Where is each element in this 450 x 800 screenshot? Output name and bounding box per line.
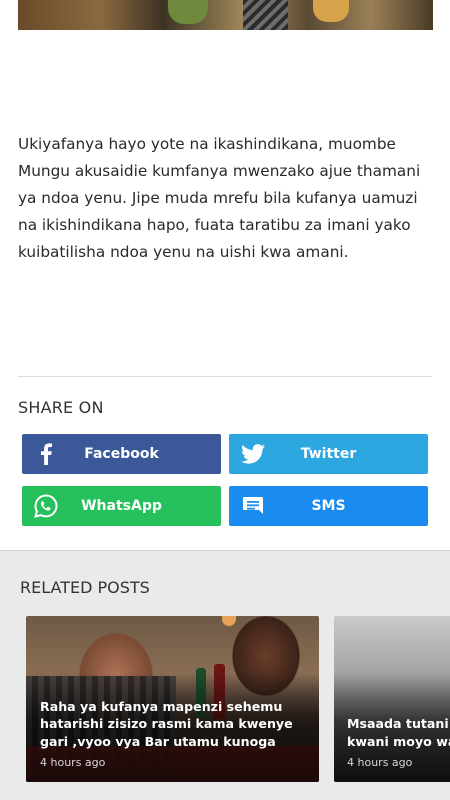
share-title: SHARE ON (18, 398, 104, 417)
cup-shape (168, 0, 208, 24)
related-post-time: 4 hours ago (40, 756, 106, 769)
related-posts-section: RELATED POSTS Raha ya kufanya mapenzi se… (0, 550, 450, 800)
article-header-image (18, 0, 433, 30)
sms-icon (241, 494, 265, 518)
whatsapp-icon (34, 494, 58, 518)
related-posts-title: RELATED POSTS (20, 578, 150, 597)
facebook-share-label: Facebook (84, 446, 159, 462)
scarf-shape (243, 0, 288, 30)
sms-share-label: SMS (311, 498, 346, 514)
facebook-share-button[interactable]: Facebook (22, 434, 221, 474)
sms-share-button[interactable]: SMS (229, 486, 428, 526)
related-post-title: Msaada tutani : kkwani moyo wan (347, 716, 450, 749)
whatsapp-share-label: WhatsApp (81, 498, 162, 514)
related-post-card[interactable]: Msaada tutani : kkwani moyo wan 4 hours … (334, 616, 450, 782)
article-body: Ukiyafanya hayo yote na ikashindikana, m… (18, 135, 421, 261)
facebook-icon (34, 442, 58, 466)
related-post-card[interactable]: Raha ya kufanya mapenzi sehemu hatarishi… (26, 616, 319, 782)
related-post-time: 4 hours ago (347, 756, 413, 769)
glass-shape (313, 0, 349, 22)
share-divider (18, 376, 432, 377)
twitter-icon (241, 442, 265, 466)
lamp-shape (222, 616, 236, 626)
related-post-title: Raha ya kufanya mapenzi sehemu hatarishi… (40, 698, 293, 749)
twitter-share-button[interactable]: Twitter (229, 434, 428, 474)
whatsapp-share-button[interactable]: WhatsApp (22, 486, 221, 526)
twitter-share-label: Twitter (300, 446, 357, 462)
